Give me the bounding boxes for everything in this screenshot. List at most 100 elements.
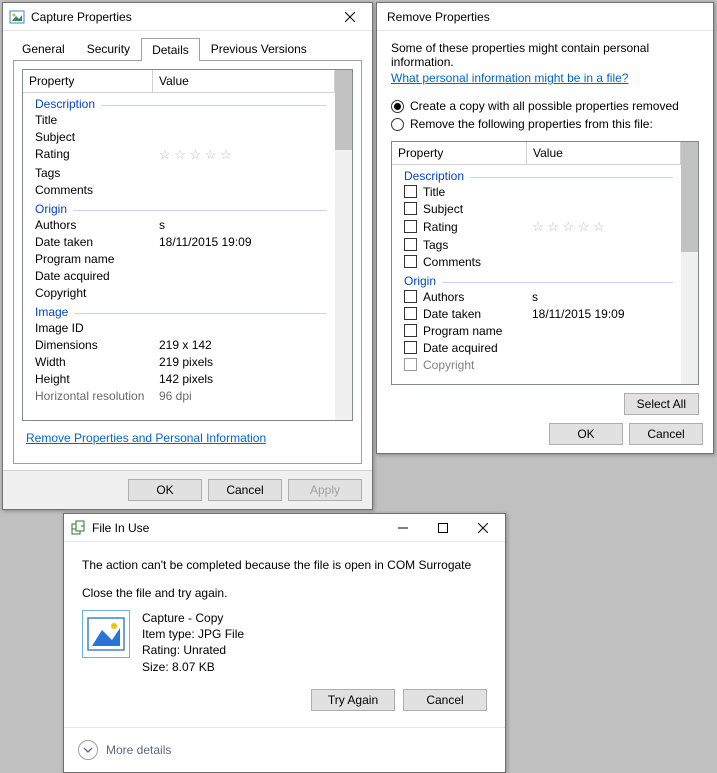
radio-icon [391,100,404,113]
row-copyright[interactable]: Copyright [23,284,335,301]
titlebar: Remove Properties [377,3,713,31]
titlebar: Capture Properties [3,3,372,31]
checkbox[interactable] [404,358,417,371]
property-list: Property Value Description Title Subject… [391,141,699,385]
checkbox[interactable] [404,324,417,337]
ok-button[interactable]: OK [549,423,623,445]
copy-icon [70,520,86,536]
select-all-button[interactable]: Select All [624,393,699,415]
row-comments[interactable]: Comments [392,253,681,270]
group-image: Image [23,301,335,319]
checkbox[interactable] [404,238,417,251]
row-authors[interactable]: Authorss [392,288,681,305]
radio-remove-following[interactable]: Remove the following properties from thi… [391,115,699,133]
rating-stars[interactable]: ☆ ☆ ☆ ☆ ☆ [532,219,675,235]
group-description: Description [392,165,681,183]
file-name: Capture - Copy [142,610,244,626]
cancel-button[interactable]: Cancel [403,689,487,711]
row-rating[interactable]: Rating☆ ☆ ☆ ☆ ☆ [392,217,681,236]
list-header: Property Value [23,70,335,93]
row-hres[interactable]: Horizontal resolution96 dpi [23,387,335,404]
checkbox[interactable] [404,290,417,303]
row-copyright[interactable]: Copyright [392,356,681,373]
intro-text: Some of these properties might contain p… [377,31,713,71]
dialog-buttons: OK Cancel [377,423,713,453]
checkbox[interactable] [404,202,417,215]
apply-button[interactable]: Apply [288,479,362,501]
window-title: Capture Properties [31,10,330,24]
col-value[interactable]: Value [153,70,335,92]
dialog-buttons: OK Cancel Apply [3,470,372,509]
file-rating: Rating: Unrated [142,642,244,658]
row-authors[interactable]: Authorss [23,216,335,233]
row-width[interactable]: Width219 pixels [23,353,335,370]
chevron-down-icon [78,740,98,760]
row-comments[interactable]: Comments [23,181,335,198]
list-header: Property Value [392,142,681,165]
row-date-taken[interactable]: Date taken18/11/2015 19:09 [23,233,335,250]
row-program-name[interactable]: Program name [392,322,681,339]
details-panel: Property Value Description Title Subject… [13,60,362,464]
checkbox[interactable] [404,185,417,198]
image-icon [9,9,25,25]
row-subject[interactable]: Subject [23,128,335,145]
file-info: Capture - Copy Item type: JPG File Ratin… [82,610,487,675]
window-title: File In Use [92,521,383,535]
row-date-acquired[interactable]: Date acquired [392,339,681,356]
try-again-button[interactable]: Try Again [311,689,395,711]
instruction-text: Close the file and try again. [82,586,487,600]
maximize-button[interactable] [423,515,463,541]
radio-icon [391,118,404,131]
remove-properties-window: Remove Properties Some of these properti… [376,2,714,454]
row-tags[interactable]: Tags [23,164,335,181]
cancel-button[interactable]: Cancel [208,479,282,501]
checkbox[interactable] [404,255,417,268]
checkbox[interactable] [404,341,417,354]
group-description: Description [23,93,335,111]
group-origin: Origin [392,270,681,288]
row-date-taken[interactable]: Date taken18/11/2015 19:09 [392,305,681,322]
row-title[interactable]: Title [392,183,681,200]
row-height[interactable]: Height142 pixels [23,370,335,387]
row-image-id[interactable]: Image ID [23,319,335,336]
tab-security[interactable]: Security [76,37,141,60]
col-property[interactable]: Property [392,142,527,164]
file-size: Size: 8.07 KB [142,659,244,675]
info-link[interactable]: What personal information might be in a … [377,71,642,93]
row-date-acquired[interactable]: Date acquired [23,267,335,284]
error-message: The action can't be completed because th… [82,558,487,572]
close-button[interactable] [463,515,503,541]
row-dimensions[interactable]: Dimensions219 x 142 [23,336,335,353]
row-title[interactable]: Title [23,111,335,128]
tab-details[interactable]: Details [141,38,200,61]
file-in-use-window: File In Use The action can't be complete… [63,513,506,773]
tabs: General Security Details Previous Versio… [3,31,372,60]
cancel-button[interactable]: Cancel [629,423,703,445]
row-tags[interactable]: Tags [392,236,681,253]
scrollbar[interactable] [335,70,352,420]
checkbox[interactable] [404,307,417,320]
remove-properties-link[interactable]: Remove Properties and Personal Informati… [22,421,270,455]
ok-button[interactable]: OK [128,479,202,501]
window-title: Remove Properties [383,10,711,24]
row-program-name[interactable]: Program name [23,250,335,267]
titlebar: File In Use [64,514,505,542]
radio-create-copy[interactable]: Create a copy with all possible properti… [391,97,699,115]
minimize-button[interactable] [383,515,423,541]
col-value[interactable]: Value [527,142,681,164]
tab-previous-versions[interactable]: Previous Versions [200,37,318,60]
group-origin: Origin [23,198,335,216]
row-subject[interactable]: Subject [392,200,681,217]
scrollbar[interactable] [681,142,698,384]
file-thumbnail-icon [82,610,130,658]
property-list: Property Value Description Title Subject… [22,69,353,421]
tab-general[interactable]: General [11,37,76,60]
rating-stars[interactable]: ☆ ☆ ☆ ☆ ☆ [159,147,329,163]
checkbox[interactable] [404,220,417,233]
capture-properties-window: Capture Properties General Security Deta… [2,2,373,510]
close-button[interactable] [330,4,370,30]
file-type: Item type: JPG File [142,626,244,642]
row-rating[interactable]: Rating☆ ☆ ☆ ☆ ☆ [23,145,335,164]
col-property[interactable]: Property [23,70,153,92]
more-details-toggle[interactable]: More details [64,727,505,772]
